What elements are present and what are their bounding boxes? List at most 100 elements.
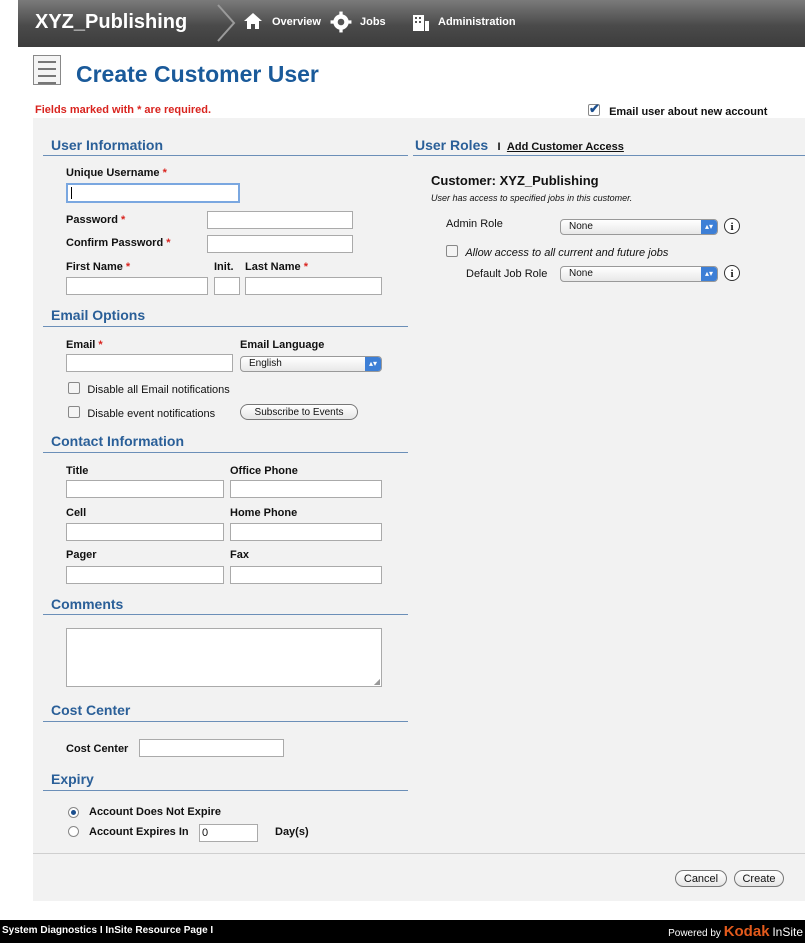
page-title: Create Customer User — [76, 61, 319, 87]
admin-building-icon — [413, 15, 429, 31]
cost-center-input[interactable] — [139, 739, 284, 757]
expires-in-days-input[interactable]: 0 — [199, 824, 258, 842]
password-label: Password * — [66, 214, 126, 226]
document-list-icon — [33, 55, 61, 85]
section-title-user-roles: User Roles — [415, 137, 489, 153]
email-user-label: Email user about new account — [609, 106, 768, 118]
disable-all-email-checkbox[interactable] — [68, 382, 80, 394]
disable-event-label: Disable event notifications — [87, 408, 216, 420]
password-input[interactable] — [207, 211, 353, 229]
disable-event-option: Disable event notifications — [68, 406, 215, 420]
expires-in-radio[interactable] — [68, 826, 79, 837]
breadcrumb-chevron-icon — [217, 4, 236, 42]
office-phone-input[interactable] — [230, 480, 382, 498]
admin-role-select[interactable]: None ▴▾ — [560, 219, 718, 235]
required-fields-note: Fields marked with * are required. — [35, 104, 212, 116]
section-title-expiry: Expiry — [51, 771, 94, 787]
powered-by: Powered by Kodak InSite — [668, 923, 803, 940]
text-cursor — [71, 187, 72, 199]
title-label: Title — [66, 465, 89, 477]
resize-handle-icon[interactable]: ◢ — [374, 677, 380, 686]
gear-icon — [330, 11, 352, 33]
section-title-user-information: User Information — [51, 137, 164, 153]
home-phone-label: Home Phone — [230, 507, 298, 519]
footer-links[interactable]: System Diagnostics I InSite Resource Pag… — [2, 925, 213, 936]
brand-link[interactable]: XYZ_Publishing — [35, 11, 187, 34]
first-name-label: First Name * — [66, 261, 131, 273]
nav-administration[interactable]: Administration — [438, 16, 516, 28]
unique-username-input[interactable] — [66, 183, 240, 203]
allow-all-jobs-checkbox[interactable] — [446, 245, 458, 257]
email-language-value: English — [249, 358, 282, 369]
nav-jobs[interactable]: Jobs — [360, 16, 386, 28]
email-label: Email * — [66, 339, 103, 351]
cancel-button[interactable]: Cancel — [675, 870, 727, 887]
section-title-email-options: Email Options — [51, 307, 146, 323]
select-arrows-icon: ▴▾ — [701, 220, 717, 234]
initial-label: Init. — [214, 261, 234, 273]
add-customer-access-link[interactable]: Add Customer Access — [507, 141, 624, 153]
section-divider — [43, 155, 408, 156]
admin-role-info-icon[interactable]: i — [724, 218, 740, 234]
email-language-select[interactable]: English ▴▾ — [240, 356, 382, 372]
disable-all-email-label: Disable all Email notifications — [87, 384, 230, 396]
default-job-role-select[interactable]: None ▴▾ — [560, 266, 718, 282]
customer-description: User has access to specified jobs in thi… — [431, 193, 633, 203]
first-name-input[interactable] — [66, 277, 208, 295]
initial-input[interactable] — [214, 277, 240, 295]
create-button[interactable]: Create — [734, 870, 784, 887]
roles-separator: I — [497, 141, 501, 153]
unique-username-label: Unique Username * — [66, 167, 167, 179]
section-divider — [413, 155, 805, 156]
cell-input[interactable] — [66, 523, 224, 541]
subscribe-to-events-button[interactable]: Subscribe to Events — [240, 404, 358, 420]
default-job-role-info-icon[interactable]: i — [724, 265, 740, 281]
office-phone-label: Office Phone — [230, 465, 298, 477]
does-not-expire-label: Account Does Not Expire — [89, 806, 222, 818]
admin-role-value: None — [569, 221, 593, 232]
confirm-password-input[interactable] — [207, 235, 353, 253]
checkmark-icon: ✔ — [589, 101, 600, 116]
insite-logo: InSite — [772, 925, 803, 939]
cell-label: Cell — [66, 507, 87, 519]
home-phone-input[interactable] — [230, 523, 382, 541]
days-unit-label: Day(s) — [275, 826, 309, 838]
powered-by-text: Powered by — [668, 928, 721, 939]
select-arrows-icon: ▴▾ — [701, 267, 717, 281]
section-divider — [43, 614, 408, 615]
fax-input[interactable] — [230, 566, 382, 584]
expires-in-label: Account Expires In — [89, 826, 189, 838]
section-divider — [43, 326, 408, 327]
top-nav-bar: XYZ_Publishing Overview Jobs Administrat… — [18, 0, 805, 47]
allow-all-jobs-option: Allow access to all current and future j… — [446, 245, 668, 259]
section-title-comments: Comments — [51, 596, 124, 612]
nav-overview[interactable]: Overview — [272, 16, 321, 28]
email-input[interactable] — [66, 354, 233, 372]
customer-title: Customer: XYZ_Publishing — [431, 173, 599, 188]
disable-all-email-option: Disable all Email notifications — [68, 382, 230, 396]
section-title-contact-information: Contact Information — [51, 433, 184, 449]
user-roles-header: User Roles I Add Customer Access — [415, 137, 624, 153]
default-job-role-value: None — [569, 268, 593, 279]
comments-textarea[interactable]: ◢ — [66, 628, 382, 687]
cost-center-label: Cost Center — [66, 743, 129, 755]
email-language-label: Email Language — [240, 339, 325, 351]
last-name-label: Last Name * — [245, 261, 308, 273]
last-name-input[interactable] — [245, 277, 382, 295]
fax-label: Fax — [230, 549, 249, 561]
home-icon — [244, 13, 262, 29]
section-title-cost-center: Cost Center — [51, 702, 131, 718]
kodak-logo: Kodak — [723, 923, 770, 940]
section-divider — [43, 721, 408, 722]
title-input[interactable] — [66, 480, 224, 498]
section-divider — [43, 452, 408, 453]
does-not-expire-radio[interactable] — [68, 807, 79, 818]
section-divider — [43, 790, 408, 791]
confirm-password-label: Confirm Password * — [66, 237, 171, 249]
email-user-option: ✔ Email user about new account — [588, 101, 768, 118]
disable-event-checkbox[interactable] — [68, 406, 80, 418]
default-job-role-label: Default Job Role — [466, 268, 548, 280]
admin-role-label: Admin Role — [446, 218, 503, 230]
pager-input[interactable] — [66, 566, 224, 584]
pager-label: Pager — [66, 549, 97, 561]
